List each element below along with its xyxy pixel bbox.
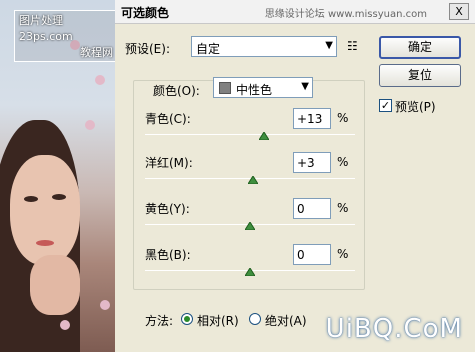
method-label: 方法: (145, 314, 174, 328)
watermark: UiBQ.CoM (325, 314, 463, 344)
close-button[interactable]: X (449, 3, 469, 20)
method-relative-radio[interactable] (181, 313, 193, 325)
slider-label: 洋红(M): (145, 156, 193, 170)
slider-value: 0 (297, 202, 305, 216)
blossom (60, 320, 70, 330)
photo-hand (30, 255, 80, 315)
photo-face (10, 155, 80, 265)
preset-label: 预设(E): (125, 42, 170, 56)
preset-select[interactable]: 自定 ▼ (191, 36, 337, 57)
chevron-down-icon: ▼ (325, 40, 333, 51)
blossom (85, 120, 95, 130)
site-logo: 图片处理 23ps.com 教程网 (14, 10, 118, 62)
title-bar: 可选颜色 思缘设计论坛 www.missyuan.com X (115, 0, 475, 24)
blossom (95, 75, 105, 85)
colors-select[interactable]: 中性色 ▼ (213, 77, 313, 98)
percent-unit: % (337, 111, 349, 125)
preview-checkbox[interactable]: ✓ (379, 99, 392, 112)
slider-thumb[interactable] (245, 268, 255, 276)
percent-unit: % (337, 155, 349, 169)
percent-unit: % (337, 247, 349, 261)
photo-eye-right (52, 194, 66, 200)
slider-value-input[interactable]: +3 (293, 152, 331, 173)
preset-options-icon[interactable]: ☷ (347, 39, 358, 53)
method-absolute-radio[interactable] (249, 313, 261, 325)
reset-button[interactable]: 复位 (379, 64, 461, 87)
slider-label: 青色(C): (145, 112, 191, 126)
slider-thumb[interactable] (245, 222, 255, 230)
selective-color-dialog: 可选颜色 思缘设计论坛 www.missyuan.com X 预设(E): 自定… (115, 0, 475, 352)
slider-value: 0 (297, 248, 305, 262)
chevron-down-icon: ▼ (301, 81, 309, 92)
slider-label: 黑色(B): (145, 248, 191, 262)
photo-eye-left (24, 196, 38, 202)
preview-label: 预览(P) (395, 100, 436, 114)
slider-value: +3 (297, 156, 315, 170)
ok-button[interactable]: 确定 (379, 36, 461, 59)
logo-line3: 教程网 (80, 46, 113, 59)
photo-lips (36, 240, 54, 246)
slider-value: +13 (297, 112, 323, 126)
slider-thumb[interactable] (248, 176, 259, 184)
logo-line1: 图片处理 (19, 14, 63, 27)
site-url: 思缘设计论坛 www.missyuan.com (264, 9, 427, 20)
dialog-title: 可选颜色 (121, 6, 170, 20)
method-relative-label: 相对(R) (197, 314, 239, 328)
slider-label: 黄色(Y): (145, 202, 190, 216)
colors-label: 颜色(O): (153, 84, 200, 98)
logo-line2: 23ps.com (19, 30, 73, 43)
slider-thumb[interactable] (258, 132, 269, 140)
preset-value: 自定 (196, 42, 221, 56)
slider-value-input[interactable]: 0 (293, 198, 331, 219)
slider-track[interactable] (145, 134, 355, 135)
method-absolute-label: 绝对(A) (265, 314, 307, 328)
slider-value-input[interactable]: +13 (293, 108, 331, 129)
neutral-swatch (219, 82, 231, 94)
blossom (100, 300, 110, 310)
slider-value-input[interactable]: 0 (293, 244, 331, 265)
colors-value: 中性色 (236, 83, 273, 97)
percent-unit: % (337, 201, 349, 215)
